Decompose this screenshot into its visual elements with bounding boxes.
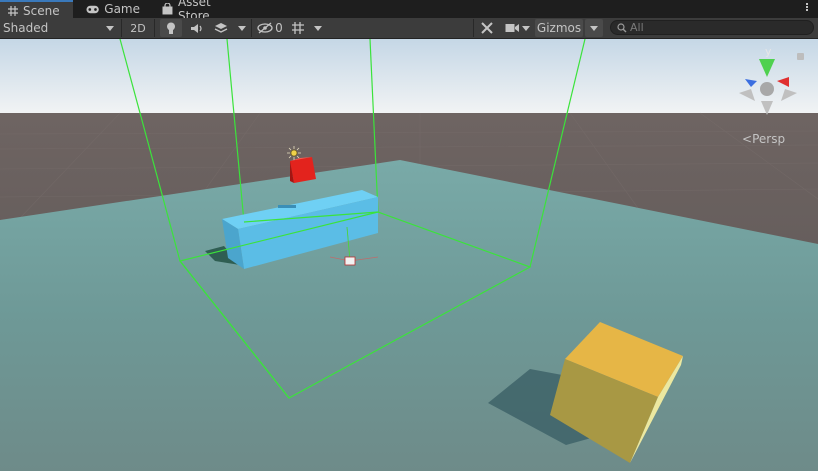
gizmo-neg-x-axis[interactable]: [739, 89, 755, 101]
tab-asset-store[interactable]: Asset Store: [154, 0, 254, 23]
blue-box-mark: [278, 205, 296, 208]
chevron-down-icon: [106, 26, 114, 31]
chevron-down-icon: [522, 26, 530, 31]
more-options-icon[interactable]: [806, 2, 810, 12]
draw-mode-dropdown[interactable]: Shaded: [0, 19, 120, 37]
gizmo-neg-y-axis[interactable]: [761, 101, 773, 115]
lightbulb-icon: [167, 22, 175, 34]
gizmo-y-axis[interactable]: [759, 59, 775, 77]
toggle-2d-label: 2D: [130, 21, 146, 35]
speaker-icon: [190, 23, 202, 33]
gizmo-y-axis-label: y: [765, 45, 772, 58]
chevron-down-icon: [238, 26, 246, 31]
tab-scene[interactable]: Scene: [0, 0, 73, 19]
audio-toggle-button[interactable]: [185, 19, 207, 37]
chevron-left-icon: <: [742, 132, 753, 146]
video-camera-icon: [505, 24, 519, 32]
scene-search-field[interactable]: All: [610, 20, 814, 35]
scene-viewport[interactable]: y <Persp: [0, 39, 818, 471]
chevron-down-icon: [590, 26, 598, 31]
grid-snap-toggle[interactable]: [287, 19, 309, 37]
wrench-tools-icon: [481, 22, 493, 34]
editor-tab-bar: Scene Game Asset Store: [0, 0, 818, 23]
gizmos-label: Gizmos: [536, 21, 582, 35]
gamepad-icon: [86, 5, 99, 13]
toolbar-divider: [251, 19, 252, 37]
chevron-down-icon: [314, 26, 322, 31]
grid-dropdown[interactable]: [310, 19, 326, 37]
draw-mode-label: Shaded: [3, 21, 49, 35]
effects-dropdown[interactable]: [234, 19, 250, 37]
toolbar-divider: [121, 19, 122, 37]
gizmo-neg-z-axis[interactable]: [781, 89, 797, 101]
shopping-bag-icon: [162, 3, 173, 15]
tab-game[interactable]: Game: [78, 0, 148, 18]
search-placeholder: All: [630, 21, 644, 34]
toolbar-divider: [473, 19, 474, 37]
red-cube: [290, 157, 316, 183]
search-icon: [617, 22, 627, 32]
orientation-gizmo[interactable]: y: [733, 45, 803, 125]
hidden-objects-toggle[interactable]: 0: [255, 19, 285, 37]
projection-toggle[interactable]: <Persp: [742, 132, 785, 146]
tools-button[interactable]: [476, 19, 498, 37]
light-icon[interactable]: [287, 146, 301, 160]
toggle-2d-button[interactable]: 2D: [125, 19, 151, 37]
tab-scene-label: Scene: [23, 3, 60, 18]
layers-icon: [214, 23, 228, 33]
gizmo-x-axis[interactable]: [777, 77, 789, 87]
hidden-objects-count: 0: [275, 21, 283, 35]
gizmos-toggle-button[interactable]: Gizmos: [535, 19, 583, 37]
tab-game-label: Game: [104, 2, 140, 16]
projection-label: Persp: [752, 132, 786, 146]
eye-slash-icon: [257, 22, 273, 34]
toolbar-divider: [154, 19, 155, 37]
gizmos-dropdown[interactable]: [585, 19, 603, 37]
gizmo-z-axis[interactable]: [745, 79, 757, 87]
scene-toolbar: Shaded 2D 0 Gizmos All: [0, 18, 818, 39]
camera-settings-button[interactable]: [501, 19, 533, 37]
hash-grid-icon: [8, 5, 18, 16]
lighting-toggle-button[interactable]: [160, 19, 182, 37]
gizmo-center[interactable]: [760, 82, 774, 96]
effects-toggle-button[interactable]: [210, 19, 232, 37]
gizmo-lock-icon[interactable]: [797, 53, 804, 60]
scene-render: [0, 39, 818, 471]
grid-icon: [292, 22, 304, 34]
